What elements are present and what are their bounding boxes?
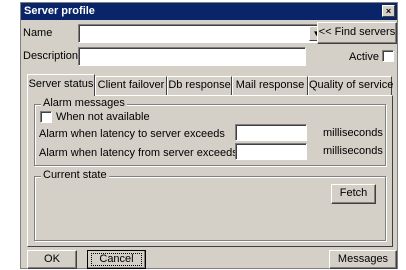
latency-to-input[interactable] bbox=[235, 124, 307, 141]
dialog-title: Server profile bbox=[24, 5, 95, 17]
tab-label: Mail response bbox=[235, 79, 305, 91]
latency-to-label: Alarm when latency to server exceeds bbox=[39, 128, 225, 140]
find-servers-button[interactable]: << Find servers bbox=[317, 22, 397, 44]
when-not-available-label: When not available bbox=[56, 111, 150, 123]
alarm-messages-group: Alarm messages When not available Alarm … bbox=[34, 97, 386, 166]
title-bar[interactable]: Server profile × bbox=[21, 3, 397, 20]
close-icon[interactable]: × bbox=[382, 5, 395, 17]
latency-from-unit: milliseconds bbox=[323, 145, 383, 157]
fetch-button[interactable]: Fetch bbox=[331, 184, 376, 204]
tab-label: Quality of service bbox=[309, 79, 394, 91]
current-state-title: Current state bbox=[41, 169, 109, 181]
tab-quality-of-service[interactable]: Quality of service bbox=[308, 76, 394, 95]
name-label: Name bbox=[23, 27, 53, 39]
latency-from-label: Alarm when latency from server exceeds bbox=[39, 147, 238, 159]
name-combobox[interactable]: ▼ bbox=[78, 24, 326, 43]
tab-label: Server status bbox=[28, 78, 94, 90]
tab-db-response[interactable]: Db response bbox=[167, 76, 232, 95]
alarm-messages-title: Alarm messages bbox=[41, 97, 127, 109]
cancel-button[interactable]: Cancel bbox=[87, 250, 146, 269]
current-state-group: Current state Fetch bbox=[34, 169, 386, 241]
description-label: Description bbox=[23, 50, 79, 62]
tab-client-failover[interactable]: Client failover bbox=[95, 76, 167, 95]
focus-rectangle bbox=[91, 253, 142, 266]
active-checkbox[interactable] bbox=[382, 50, 394, 62]
active-label: Active bbox=[349, 51, 379, 63]
tab-server-status[interactable]: Server status bbox=[27, 74, 95, 96]
latency-from-input[interactable] bbox=[235, 143, 307, 160]
latency-to-unit: milliseconds bbox=[323, 127, 383, 139]
when-not-available-checkbox[interactable] bbox=[40, 111, 52, 123]
tab-label: Db response bbox=[168, 79, 231, 91]
tab-mail-response[interactable]: Mail response bbox=[232, 76, 308, 95]
ok-button[interactable]: OK bbox=[27, 250, 77, 269]
server-profile-dialog: Server profile × Name ▼ << Find servers … bbox=[20, 2, 398, 269]
description-field[interactable] bbox=[78, 47, 306, 66]
messages-button[interactable]: Messages bbox=[329, 250, 397, 269]
server-status-panel: Alarm messages When not available Alarm … bbox=[27, 95, 393, 247]
tab-label: Client failover bbox=[97, 79, 165, 91]
